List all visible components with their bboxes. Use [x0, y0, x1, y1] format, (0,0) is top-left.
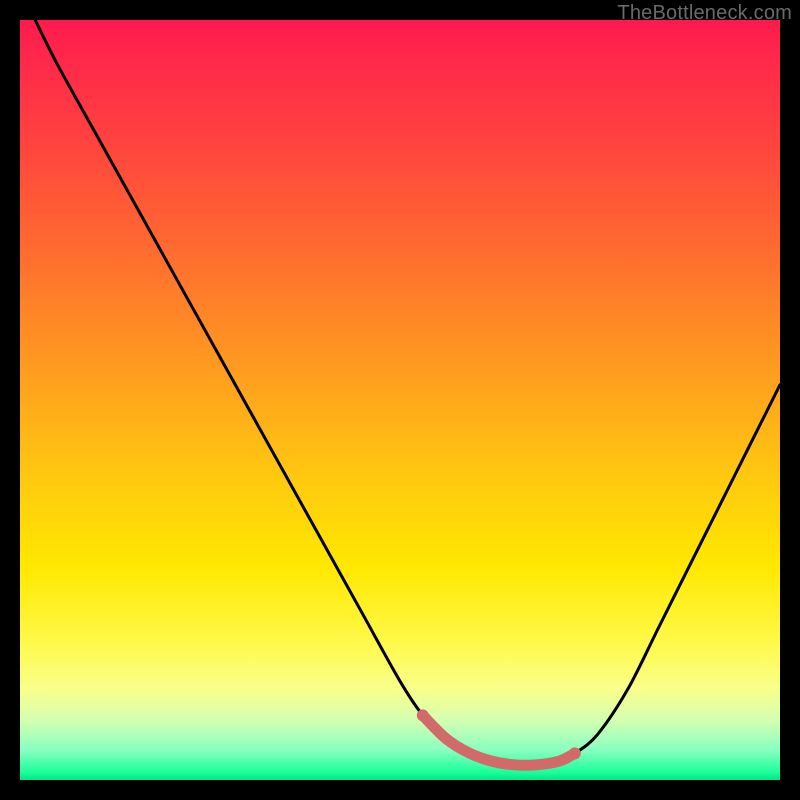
highlight-dot-left — [417, 709, 429, 721]
bottleneck-curve — [20, 20, 780, 780]
highlight-dot-right — [569, 747, 581, 759]
highlight-path — [423, 715, 575, 765]
chart-frame: TheBottleneck.com — [0, 0, 800, 800]
curve-path — [35, 20, 780, 765]
plot-area — [20, 20, 780, 780]
